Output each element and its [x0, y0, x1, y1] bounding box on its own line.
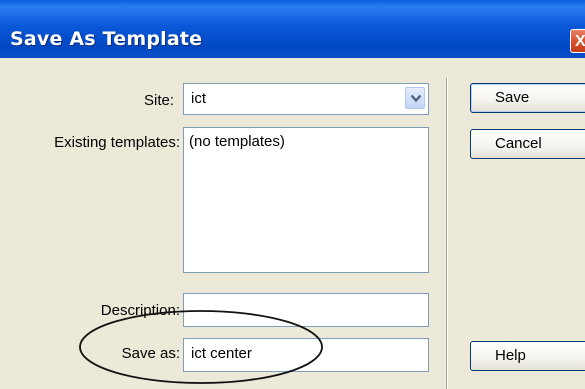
- save-as-template-dialog: Save As Template X Site: ict Existing te…: [0, 0, 585, 389]
- existing-templates-label: Existing templates:: [54, 134, 180, 151]
- chevron-down-icon[interactable]: [405, 87, 425, 109]
- annotation-ellipse: [79, 310, 323, 384]
- close-icon: X: [575, 33, 585, 50]
- site-select-value: ict: [191, 90, 206, 107]
- site-label: Site:: [143, 92, 174, 109]
- list-item[interactable]: (no templates): [189, 133, 285, 150]
- save-button[interactable]: Save: [470, 83, 585, 113]
- help-button[interactable]: Help: [470, 341, 585, 371]
- site-select[interactable]: ict: [183, 83, 429, 115]
- dialog-title: Save As Template: [10, 28, 203, 50]
- close-button[interactable]: X: [570, 29, 585, 53]
- title-bar[interactable]: Save As Template X: [0, 0, 585, 58]
- cancel-button[interactable]: Cancel: [470, 129, 585, 159]
- existing-templates-list[interactable]: (no templates): [183, 127, 429, 273]
- vertical-divider: [446, 78, 448, 389]
